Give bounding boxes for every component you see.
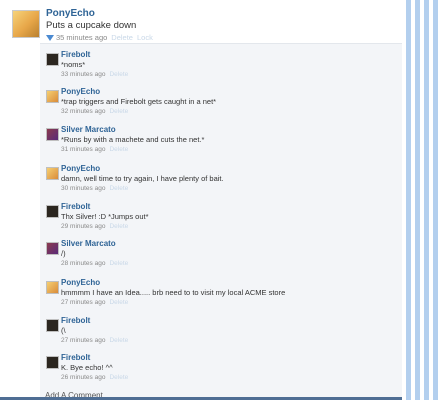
comment-time: 29 minutes ago bbox=[61, 223, 106, 230]
post-author[interactable]: PonyEcho bbox=[46, 8, 153, 20]
comment-time: 32 minutes ago bbox=[61, 108, 106, 115]
comment-meta: 32 minutes ago Delete bbox=[61, 107, 216, 117]
comment-text: /) bbox=[61, 249, 66, 258]
comment-meta: 26 minutes ago Delete bbox=[61, 373, 128, 383]
comment-meta: 27 minutes ago Delete bbox=[61, 298, 285, 308]
comment-author[interactable]: Silver Marcato bbox=[61, 239, 128, 249]
comment-meta: 30 minutes ago Delete bbox=[61, 184, 224, 194]
comment-author[interactable]: Firebolt bbox=[61, 353, 128, 363]
post-body: PonyEcho Puts a cupcake down 35 minutes … bbox=[46, 8, 153, 43]
silver-avatar[interactable] bbox=[46, 128, 59, 141]
comment-author[interactable]: PonyEcho bbox=[61, 278, 285, 288]
post-time: 35 minutes ago bbox=[56, 33, 108, 42]
comment-meta: 27 minutes ago Delete bbox=[61, 336, 128, 346]
comment-delete-link[interactable]: Delete bbox=[109, 71, 128, 78]
ponyecho-avatar[interactable] bbox=[46, 90, 59, 103]
post-text: Puts a cupcake down bbox=[46, 20, 137, 31]
comment-time: 30 minutes ago bbox=[61, 185, 106, 192]
comment-delete-link[interactable]: Delete bbox=[109, 374, 128, 381]
striped-background bbox=[402, 0, 438, 400]
ponyecho-avatar[interactable] bbox=[46, 167, 59, 180]
comment-time: 31 minutes ago bbox=[61, 146, 106, 153]
comment-time: 33 minutes ago bbox=[61, 71, 106, 78]
comment-text: K. Bye echo! ^^ bbox=[61, 363, 113, 372]
ponyecho-avatar[interactable] bbox=[12, 10, 40, 38]
comment-meta: 29 minutes ago Delete bbox=[61, 222, 149, 232]
firebolt-avatar[interactable] bbox=[46, 205, 59, 218]
post-lock-link[interactable]: Lock bbox=[137, 33, 153, 42]
comment-delete-link[interactable]: Delete bbox=[109, 337, 128, 344]
page: PonyEcho Puts a cupcake down 35 minutes … bbox=[0, 0, 438, 400]
comment-body: PonyEcho *trap triggers and Firebolt get… bbox=[61, 87, 216, 117]
comments-panel: Firebolt *noms* 33 minutes ago Delete Pon… bbox=[40, 43, 410, 400]
comment-text: *Runs by with a machete and cuts the net… bbox=[61, 135, 205, 144]
comment-text: *trap triggers and Firebolt gets caught … bbox=[61, 97, 217, 106]
comment-body: Firebolt K. Bye echo! ^^ 26 minutes ago D… bbox=[61, 353, 128, 383]
comment-body: PonyEcho damn, well time to try again, I… bbox=[61, 164, 224, 194]
comment-meta: 33 minutes ago Delete bbox=[61, 70, 128, 80]
post-delete-link[interactable]: Delete bbox=[111, 33, 133, 42]
comment-delete-link[interactable]: Delete bbox=[109, 108, 128, 115]
comment-delete-link[interactable]: Delete bbox=[109, 146, 128, 153]
comment-delete-link[interactable]: Delete bbox=[109, 223, 128, 230]
comment-delete-link[interactable]: Delete bbox=[109, 260, 128, 267]
comment-author[interactable]: Firebolt bbox=[61, 50, 128, 60]
comment-author[interactable]: Firebolt bbox=[61, 202, 149, 212]
comment-text: damn, well time to try again, I have ple… bbox=[61, 174, 224, 183]
firebolt-avatar[interactable] bbox=[46, 356, 59, 369]
comment-text: (\ bbox=[61, 326, 66, 335]
comment-time: 27 minutes ago bbox=[61, 337, 106, 344]
comment-delete-link[interactable]: Delete bbox=[109, 185, 128, 192]
comment-time: 28 minutes ago bbox=[61, 260, 106, 267]
comment-text: *noms* bbox=[61, 60, 86, 69]
comment-body: PonyEcho hmmmm I have an Idea..... brb n… bbox=[61, 278, 285, 308]
comment-body: Silver Marcato /) 28 minutes ago Delete bbox=[61, 239, 128, 269]
comment-author[interactable]: PonyEcho bbox=[61, 164, 224, 174]
silver-avatar[interactable] bbox=[46, 242, 59, 255]
main-panel: PonyEcho Puts a cupcake down 35 minutes … bbox=[0, 0, 410, 400]
comment-body: Silver Marcato *Runs by with a machete a… bbox=[61, 125, 204, 155]
collapse-arrow-icon[interactable] bbox=[46, 35, 54, 41]
comment-text: Thx Silver! :D *Jumps out* bbox=[61, 212, 149, 221]
comment-time: 26 minutes ago bbox=[61, 374, 106, 381]
comment-body: Firebolt (\ 27 minutes ago Delete bbox=[61, 316, 128, 346]
firebolt-avatar[interactable] bbox=[46, 319, 59, 332]
comment-time: 27 minutes ago bbox=[61, 299, 106, 306]
comment-author[interactable]: PonyEcho bbox=[61, 87, 216, 97]
comment-author[interactable]: Silver Marcato bbox=[61, 125, 204, 135]
comment-body: Firebolt Thx Silver! :D *Jumps out* 29 m… bbox=[61, 202, 149, 232]
ponyecho-avatar[interactable] bbox=[46, 281, 59, 294]
comment-delete-link[interactable]: Delete bbox=[109, 299, 128, 306]
firebolt-avatar[interactable] bbox=[46, 53, 59, 66]
comment-text: hmmmm I have an Idea..... brb need to to… bbox=[61, 288, 286, 297]
post-meta: 35 minutes ago Delete Lock bbox=[46, 32, 153, 43]
comment-meta: 31 minutes ago Delete bbox=[61, 145, 204, 155]
comment-body: Firebolt *noms* 33 minutes ago Delete bbox=[61, 50, 128, 80]
comment-author[interactable]: Firebolt bbox=[61, 316, 128, 326]
comment-meta: 28 minutes ago Delete bbox=[61, 259, 128, 269]
